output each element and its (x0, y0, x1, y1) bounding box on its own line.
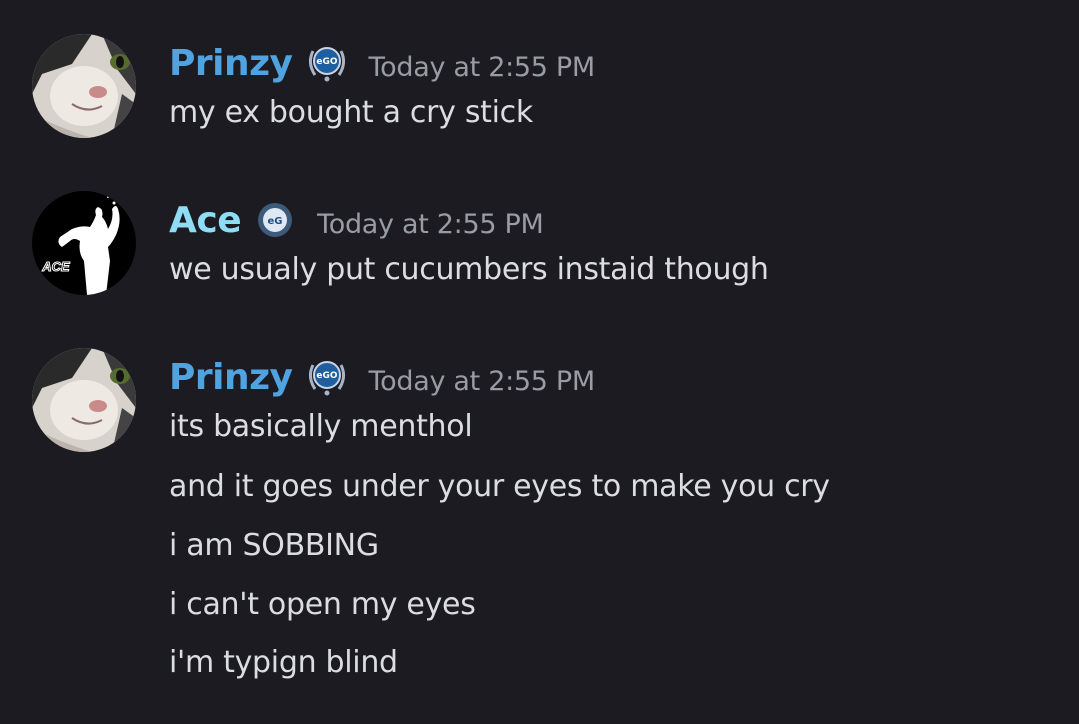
username[interactable]: Prinzy (169, 43, 293, 84)
message-header: Prinzy eGO Today at 2:55 PM (169, 39, 595, 87)
message-line: i can't open my eyes (169, 587, 476, 622)
ace-silhouette-avatar[interactable]: ACE (32, 191, 136, 295)
username[interactable]: Ace (169, 200, 242, 241)
message-header: Prinzy eGO Today at 2:55 PM (169, 353, 595, 401)
message-line: and it goes under your eyes to make you … (169, 469, 830, 504)
username[interactable]: Prinzy (169, 357, 293, 398)
avatar-label: ACE (41, 259, 70, 274)
timestamp[interactable]: Today at 2:55 PM (369, 52, 596, 83)
timestamp[interactable]: Today at 2:55 PM (369, 366, 596, 397)
message-line: i am SOBBING (169, 528, 379, 563)
message-line: i'm typign blind (169, 645, 398, 680)
ego-laurel-badge-icon[interactable]: eGO (305, 355, 349, 399)
chat-messages: Prinzy eGO Today at 2:55 PM my ex bought… (0, 0, 1079, 724)
badge-label: eGO (316, 371, 337, 381)
message-line: my ex bought a cry stick (169, 95, 533, 130)
ego-laurel-badge-icon[interactable]: eGO (305, 41, 349, 85)
message-line: its basically menthol (169, 409, 473, 444)
timestamp[interactable]: Today at 2:55 PM (317, 209, 544, 240)
message-line: we usualy put cucumbers instaid though (169, 252, 769, 287)
message-header: Ace eG Today at 2:55 PM (169, 196, 544, 244)
badge-label: eGO (316, 57, 337, 67)
cat-avatar[interactable] (32, 348, 136, 452)
badge-label: eG (268, 216, 283, 227)
eg-round-badge-icon[interactable]: eG (253, 198, 297, 242)
cat-avatar[interactable] (32, 34, 136, 138)
